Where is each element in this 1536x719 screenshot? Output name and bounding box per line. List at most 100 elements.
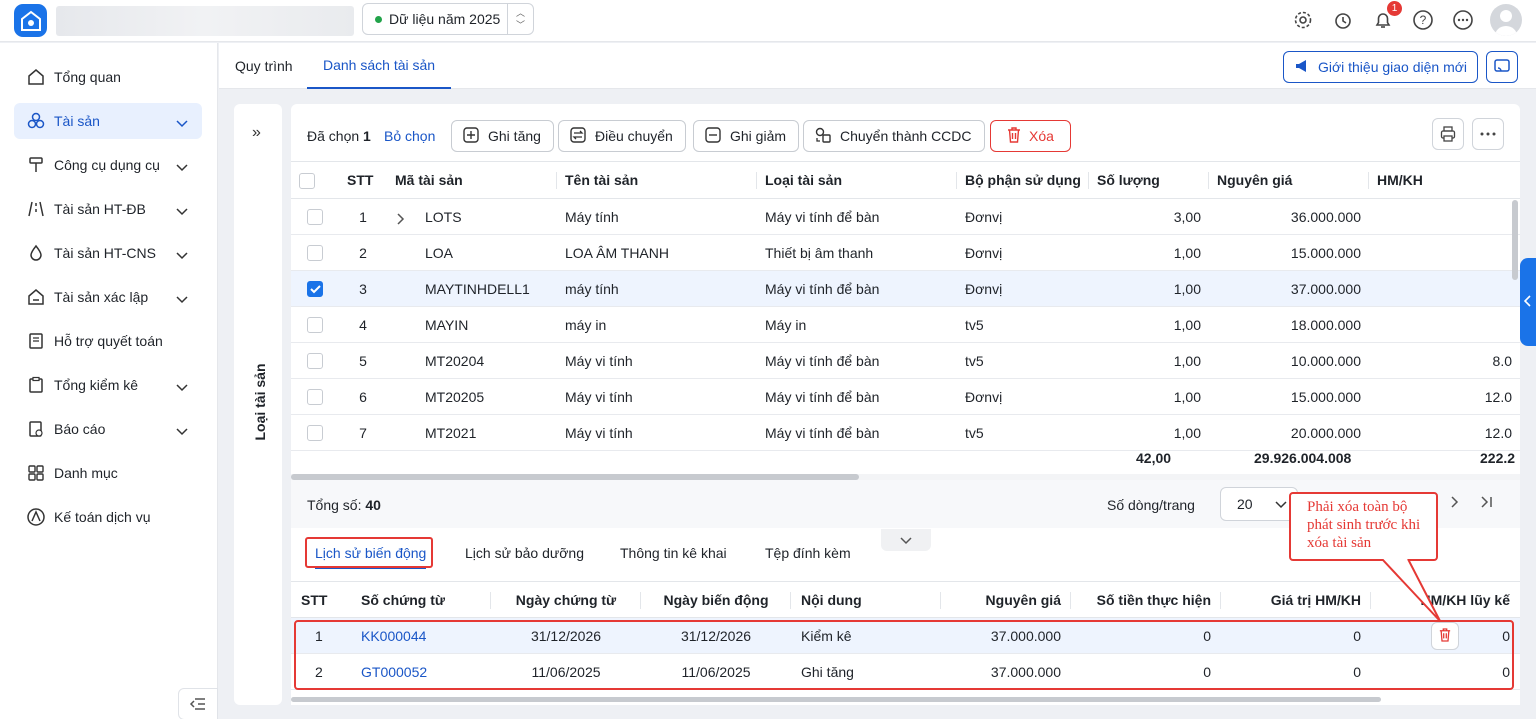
table-row[interactable]: 2 LOA LOA ÂM THANH Thiết bị âm thanh Đơnvị 1,…: [291, 234, 1520, 271]
establish-icon: [26, 287, 46, 307]
col-amount-label: Số tiền thực hiện: [1096, 591, 1211, 608]
table-header-row: STT Số chứng từ Ngày chứng từ Ngày biến …: [291, 581, 1520, 618]
col-price-label: Nguyên giá: [1217, 172, 1293, 188]
sidebar-item-road-assets[interactable]: Tài sản HT-ĐB: [14, 191, 202, 227]
decrease-button[interactable]: Ghi giảm: [693, 120, 800, 152]
sidebar-item-overview[interactable]: Tổng quan: [14, 59, 202, 95]
page-tabs: Quy trình Danh sách tài sản Giới thiệu g…: [219, 43, 1536, 89]
cell-type: Máy vi tính để bàn: [757, 378, 957, 415]
row-checkbox[interactable]: [307, 245, 323, 262]
col-code: Mã tài sản: [387, 161, 557, 199]
col-price: Nguyên giá: [941, 581, 1071, 618]
asset-category-panel: » Loại tài sản: [234, 104, 282, 705]
year-spinner[interactable]: ︿ ﹀: [507, 4, 533, 34]
transfer-button[interactable]: Điều chuyển: [558, 120, 686, 152]
row-checkbox[interactable]: [307, 281, 323, 298]
tab-maintenance-history[interactable]: Lịch sử bảo dưỡng: [465, 545, 584, 569]
row-checkbox[interactable]: [307, 389, 323, 406]
row-checkbox[interactable]: [307, 317, 323, 334]
vertical-scrollbar[interactable]: [1512, 200, 1518, 280]
sidebar-item-established-assets[interactable]: Tài sản xác lập: [14, 279, 202, 315]
expand-panel-icon[interactable]: »: [252, 124, 261, 142]
collapse-sidebar-button[interactable]: [178, 688, 218, 719]
selected-count: 1: [363, 128, 371, 144]
table-row[interactable]: 6 MT20205 Máy vi tính Máy vi tính để bàn Đơn…: [291, 378, 1520, 415]
rows-per-page-select[interactable]: 20: [1220, 487, 1298, 521]
cast-icon: [1493, 58, 1511, 77]
cell-type: Thiết bị âm thanh: [757, 234, 957, 271]
year-label: Dữ liệu năm 2025: [389, 11, 501, 27]
more-actions-icon[interactable]: [1472, 118, 1504, 150]
select-all-cell: [291, 161, 339, 199]
asset-category-label: Loại tài sản: [252, 363, 268, 441]
next-page-icon[interactable]: [1451, 495, 1459, 511]
settings-gear-icon[interactable]: [1290, 7, 1316, 33]
cell-type: Máy vi tính để bàn: [757, 342, 957, 379]
table-row[interactable]: 5 MT20204 Máy vi tính Máy vi tính để bàn tv5…: [291, 342, 1520, 379]
table-row[interactable]: 4 MAYIN máy in Máy in tv5 1,00 18.000.000: [291, 306, 1520, 343]
increase-button[interactable]: Ghi tăng: [451, 120, 554, 152]
chevron-down-icon: [176, 379, 188, 395]
cell-depreciation: 8.0: [1369, 342, 1520, 379]
chevron-right-icon[interactable]: [397, 212, 405, 228]
col-change-date-label: Ngày biến động: [663, 591, 769, 608]
tab-asset-list[interactable]: Danh sách tài sản: [307, 43, 452, 89]
tab-attachments[interactable]: Tệp đính kèm: [765, 545, 851, 569]
cell-price: 18.000.000: [1209, 306, 1369, 343]
col-dep-value: Giá trị HM/KH: [1221, 581, 1371, 618]
col-dep-value-label: Giá trị HM/KH: [1270, 591, 1361, 608]
sidebar-item-label: Hỗ trợ quyết toán: [54, 333, 163, 349]
side-panel-toggle[interactable]: [1520, 258, 1536, 346]
sidebar-item-inventory[interactable]: Tổng kiểm kê: [14, 367, 202, 403]
sidebar-item-service-accounting[interactable]: Kế toán dịch vụ: [14, 499, 202, 535]
total-depreciation: 222.2: [1480, 450, 1516, 466]
table-row[interactable]: 1 LOTS Máy tính Máy vi tính để bàn Đơnvị 3,00…: [291, 198, 1520, 235]
sidebar-item-reports[interactable]: Báo cáo: [14, 411, 202, 447]
convert-to-tool-button[interactable]: Chuyển thành CCDC: [803, 120, 985, 152]
sidebar-item-settlement-support[interactable]: Hỗ trợ quyết toán: [14, 323, 202, 359]
collapse-handle[interactable]: [881, 529, 931, 551]
sidebar-item-label: Tài sản: [54, 113, 100, 129]
total-price: 29.926.004.008: [1254, 450, 1352, 466]
col-name: Tên tài sản: [557, 161, 757, 199]
alarm-clock-icon[interactable]: [1330, 7, 1356, 33]
delete-button[interactable]: Xóa: [990, 120, 1071, 152]
notification-bell-icon[interactable]: 1: [1370, 1, 1402, 33]
col-doc-date: Ngày chứng từ: [491, 581, 641, 618]
col-content-label: Nội dung: [801, 591, 862, 608]
intro-new-ui-button[interactable]: Giới thiệu giao diện mới: [1283, 51, 1478, 83]
table-row[interactable]: 3 MAYTINHDELL1 máy tính Máy vi tính để bàn Đ…: [291, 270, 1520, 307]
cell-qty: 1,00: [1089, 270, 1209, 307]
tab-declaration-info[interactable]: Thông tin kê khai: [620, 545, 727, 569]
cell-code: MT20205: [387, 378, 557, 415]
help-icon[interactable]: ?: [1410, 7, 1436, 33]
select-all-checkbox[interactable]: [299, 172, 315, 189]
col-dept-label: Bộ phận sử dụng: [965, 172, 1081, 188]
row-checkbox[interactable]: [307, 209, 323, 226]
sidebar-item-tools[interactable]: Công cụ dụng cụ: [14, 147, 202, 183]
sidebar-item-categories[interactable]: Danh mục: [14, 455, 202, 491]
trash-icon: [1439, 627, 1451, 645]
sidebar-item-assets[interactable]: Tài sản: [14, 103, 202, 139]
cast-screen-button[interactable]: [1486, 51, 1518, 83]
deselect-link[interactable]: Bỏ chọn: [384, 128, 435, 144]
more-options-icon[interactable]: [1450, 7, 1476, 33]
chevron-down-icon: [176, 203, 188, 219]
row-checkbox[interactable]: [307, 353, 323, 370]
col-code-label: Mã tài sản: [395, 172, 463, 188]
cell-stt: 1: [339, 198, 387, 235]
trash-icon: [1007, 126, 1021, 146]
sidebar-item-water-assets[interactable]: Tài sản HT-CNS: [14, 235, 202, 271]
print-icon[interactable]: [1432, 118, 1464, 150]
col-content: Nội dung: [791, 581, 941, 618]
col-doc-label: Số chứng từ: [361, 591, 446, 608]
year-selector[interactable]: Dữ liệu năm 2025 ︿ ﹀: [362, 3, 534, 35]
user-avatar[interactable]: [1490, 4, 1522, 36]
last-page-icon[interactable]: [1481, 495, 1493, 511]
tab-workflow[interactable]: Quy trình: [235, 43, 293, 89]
horizontal-scrollbar[interactable]: [291, 697, 1381, 702]
row-checkbox[interactable]: [307, 425, 323, 442]
cell-qty: 1,00: [1089, 306, 1209, 343]
col-dept: Bộ phận sử dụng: [957, 161, 1089, 199]
app-logo-icon[interactable]: [14, 4, 47, 37]
